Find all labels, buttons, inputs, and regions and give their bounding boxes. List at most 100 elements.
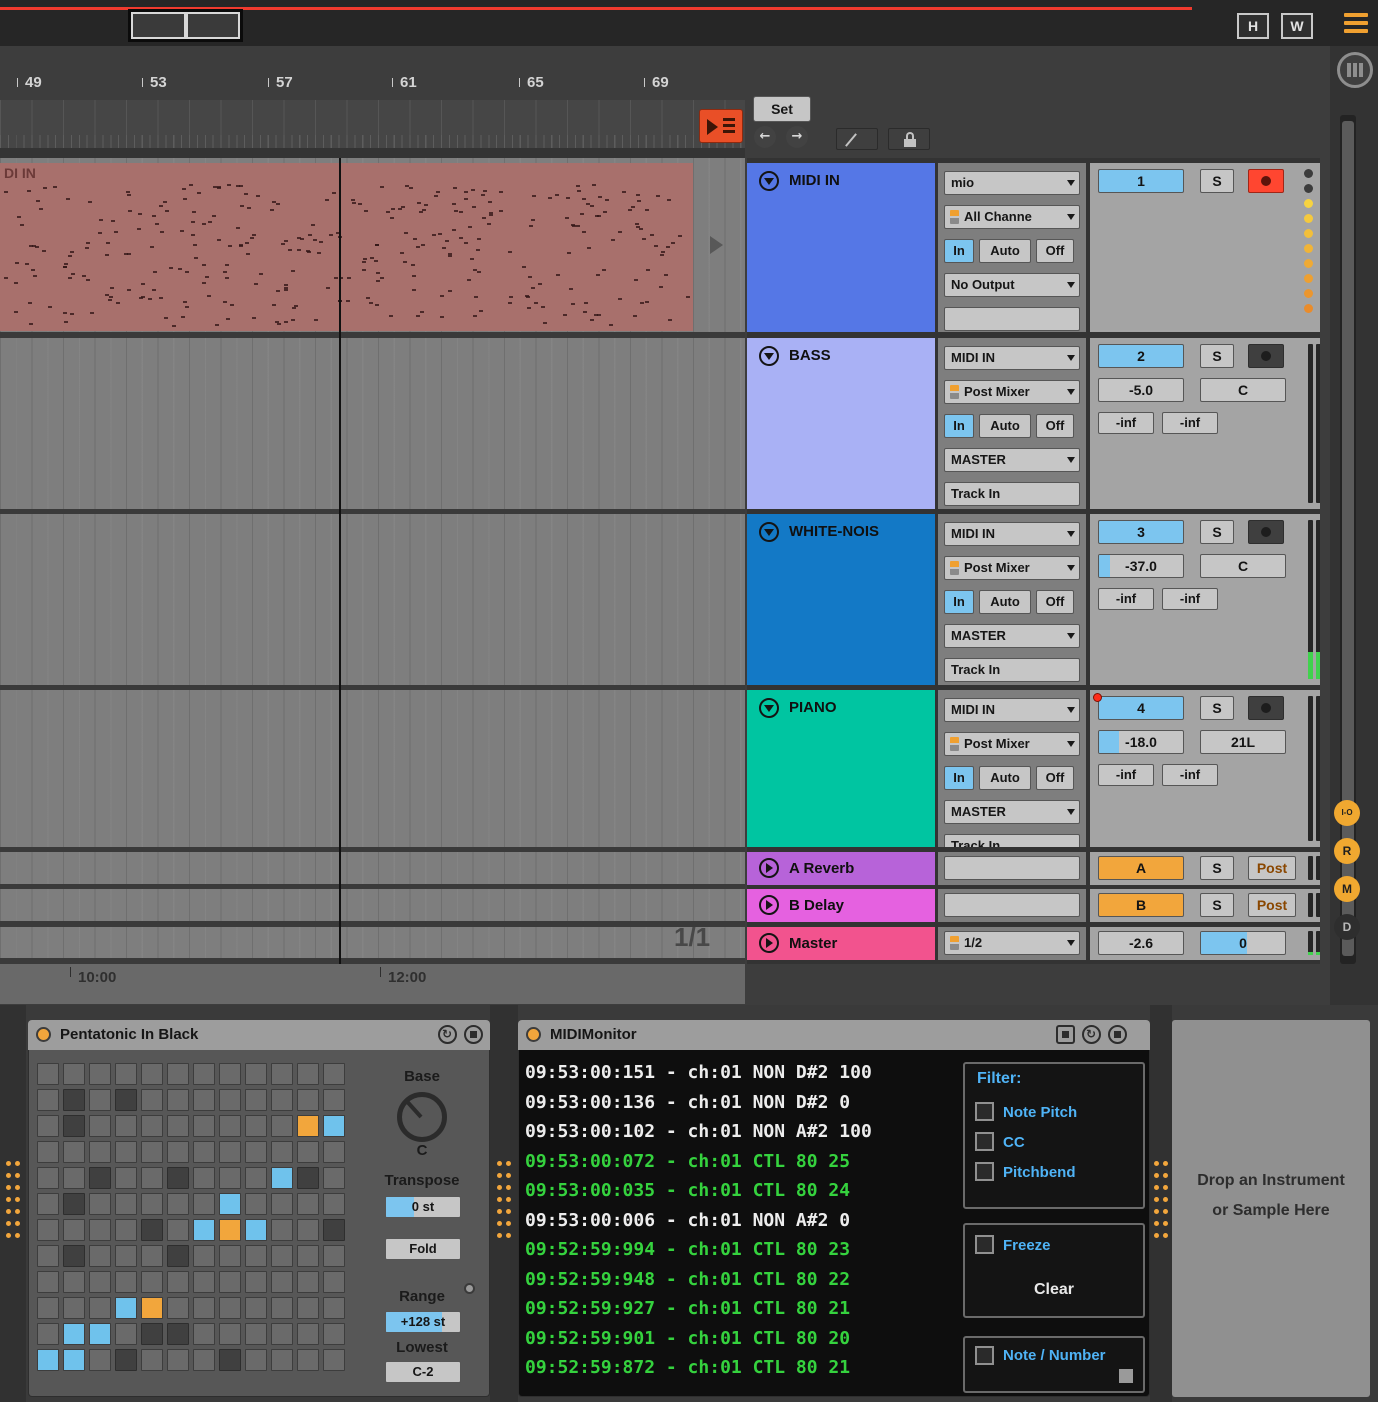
grid-cell[interactable] bbox=[115, 1219, 137, 1241]
grid-cell[interactable] bbox=[271, 1141, 293, 1163]
grid-cell[interactable] bbox=[167, 1167, 189, 1189]
grid-cell[interactable] bbox=[141, 1115, 163, 1137]
grid-cell[interactable] bbox=[115, 1193, 137, 1215]
device-drop-zone[interactable]: Drop an Instrument or Sample Here bbox=[1172, 1020, 1370, 1397]
grid-cell[interactable] bbox=[271, 1089, 293, 1111]
set-locator-button[interactable]: Set bbox=[753, 96, 811, 122]
grid-cell[interactable] bbox=[89, 1297, 111, 1319]
optimize-height-button[interactable]: H bbox=[1237, 13, 1269, 39]
grid-cell[interactable] bbox=[271, 1219, 293, 1241]
grid-cell[interactable] bbox=[115, 1063, 137, 1085]
grid-cell[interactable] bbox=[37, 1245, 59, 1267]
grid-cell[interactable] bbox=[115, 1323, 137, 1345]
grid-cell[interactable] bbox=[323, 1141, 345, 1163]
volume-box[interactable]: -5.0 bbox=[1098, 378, 1184, 402]
monitor-in-button[interactable]: In bbox=[944, 590, 974, 614]
panel-toggle-m[interactable]: M bbox=[1334, 876, 1360, 902]
grid-cell[interactable] bbox=[167, 1297, 189, 1319]
grid-cell[interactable] bbox=[37, 1141, 59, 1163]
arrangement-overview[interactable]: H W bbox=[0, 0, 1378, 46]
grid-cell[interactable] bbox=[193, 1297, 215, 1319]
pan-box[interactable]: C bbox=[1200, 378, 1286, 402]
back-to-arrangement-button[interactable] bbox=[699, 109, 743, 143]
track-number-box[interactable]: B bbox=[1098, 893, 1184, 917]
arm-record-button[interactable] bbox=[1248, 344, 1284, 368]
grid-cell[interactable] bbox=[115, 1297, 137, 1319]
grid-cell[interactable] bbox=[167, 1323, 189, 1345]
grid-cell[interactable] bbox=[271, 1245, 293, 1267]
track-header-midi-in[interactable]: MIDI IN bbox=[747, 163, 935, 332]
device-drop-strip[interactable] bbox=[1150, 1005, 1172, 1402]
grid-cell[interactable] bbox=[63, 1297, 85, 1319]
io-routing-select[interactable]: MASTER bbox=[944, 448, 1080, 472]
midi-clip[interactable]: DI IN bbox=[0, 163, 693, 331]
io-routing-select[interactable]: All Channe bbox=[944, 205, 1080, 229]
io-routing-select[interactable]: 1/2 bbox=[944, 931, 1080, 955]
grid-cell[interactable] bbox=[219, 1323, 241, 1345]
base-knob[interactable] bbox=[397, 1092, 447, 1142]
device-drop-strip[interactable] bbox=[490, 1005, 518, 1402]
grid-cell[interactable] bbox=[271, 1115, 293, 1137]
solo-button[interactable]: S bbox=[1200, 856, 1234, 880]
grid-cell[interactable] bbox=[193, 1063, 215, 1085]
grid-cell[interactable] bbox=[89, 1193, 111, 1215]
cc-checkbox[interactable] bbox=[975, 1132, 994, 1151]
grid-cell[interactable] bbox=[37, 1349, 59, 1371]
master-pan-box[interactable]: 0 bbox=[1200, 931, 1286, 955]
monitor-in-button[interactable]: In bbox=[944, 414, 974, 438]
note-number-checkbox[interactable] bbox=[975, 1346, 994, 1365]
transpose-value-box[interactable]: 0 st bbox=[385, 1196, 461, 1218]
grid-cell[interactable] bbox=[219, 1089, 241, 1111]
grid-cell[interactable] bbox=[63, 1271, 85, 1293]
grid-cell[interactable] bbox=[115, 1115, 137, 1137]
master-volume-box[interactable]: -2.6 bbox=[1098, 931, 1184, 955]
grid-cell[interactable] bbox=[167, 1115, 189, 1137]
grid-cell[interactable] bbox=[141, 1141, 163, 1163]
optimize-width-button[interactable]: W bbox=[1281, 13, 1313, 39]
grid-cell[interactable] bbox=[245, 1323, 267, 1345]
grid-cell[interactable] bbox=[37, 1167, 59, 1189]
grid-cell[interactable] bbox=[193, 1193, 215, 1215]
io-display-box[interactable]: Track In bbox=[944, 658, 1080, 682]
solo-button[interactable]: S bbox=[1200, 520, 1234, 544]
grid-cell[interactable] bbox=[297, 1323, 319, 1345]
arrangement-grid[interactable]: DI IN bbox=[0, 158, 745, 964]
save-preset-icon[interactable] bbox=[464, 1025, 483, 1044]
time-ruler[interactable]: 10:0012:00 bbox=[0, 964, 745, 1004]
io-display-box[interactable]: Track In bbox=[944, 482, 1080, 506]
draw-mode-button[interactable] bbox=[836, 128, 878, 150]
lowest-value-box[interactable]: C-2 bbox=[385, 1361, 461, 1383]
grid-cell[interactable] bbox=[297, 1115, 319, 1137]
grid-cell[interactable] bbox=[323, 1063, 345, 1085]
solo-button[interactable]: S bbox=[1200, 893, 1234, 917]
grid-cell[interactable] bbox=[167, 1141, 189, 1163]
grid-cell[interactable] bbox=[245, 1141, 267, 1163]
monitor-auto-button[interactable]: Auto bbox=[979, 766, 1031, 790]
grid-cell[interactable] bbox=[297, 1349, 319, 1371]
grid-cell[interactable] bbox=[323, 1115, 345, 1137]
grid-cell[interactable] bbox=[89, 1219, 111, 1241]
grid-cell[interactable] bbox=[193, 1349, 215, 1371]
track-fold-icon[interactable] bbox=[759, 522, 779, 542]
arm-record-button[interactable] bbox=[1248, 169, 1284, 193]
grid-cell[interactable] bbox=[167, 1063, 189, 1085]
grid-cell[interactable] bbox=[219, 1271, 241, 1293]
grid-cell[interactable] bbox=[271, 1167, 293, 1189]
io-routing-select[interactable]: MASTER bbox=[944, 800, 1080, 824]
grid-cell[interactable] bbox=[63, 1167, 85, 1189]
grid-cell[interactable] bbox=[219, 1141, 241, 1163]
grid-cell[interactable] bbox=[323, 1089, 345, 1111]
io-routing-select[interactable]: MASTER bbox=[944, 624, 1080, 648]
track-fold-icon[interactable] bbox=[759, 858, 779, 878]
track-fold-icon[interactable] bbox=[759, 171, 779, 191]
pitchbend-checkbox[interactable] bbox=[975, 1162, 994, 1181]
grid-cell[interactable] bbox=[63, 1141, 85, 1163]
grid-cell[interactable] bbox=[323, 1193, 345, 1215]
volume-box[interactable]: -18.0 bbox=[1098, 730, 1184, 754]
grid-cell[interactable] bbox=[297, 1063, 319, 1085]
device-drop-strip[interactable] bbox=[0, 1005, 26, 1402]
io-routing-select[interactable]: MIDI IN bbox=[944, 698, 1080, 722]
cue-post-button[interactable]: Post bbox=[1248, 893, 1296, 917]
grid-cell[interactable] bbox=[63, 1349, 85, 1371]
grid-cell[interactable] bbox=[245, 1297, 267, 1319]
